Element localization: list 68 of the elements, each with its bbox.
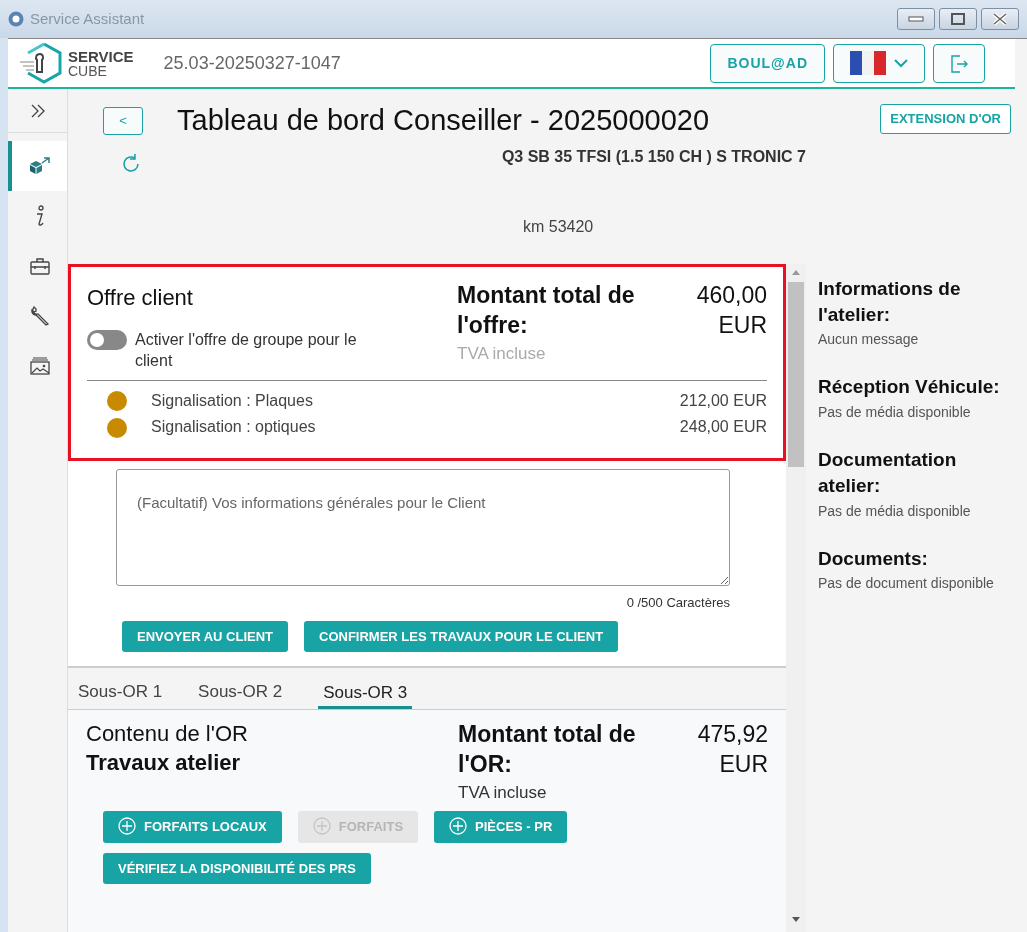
session-number: 25.03-20250327-1047 bbox=[163, 51, 341, 75]
vehicle-model: Q3 SB 35 TFSI (1.5 150 CH ) S TRONIC 7 bbox=[501, 146, 806, 167]
add-button[interactable]: FORFAITS LOCAUX bbox=[103, 811, 282, 843]
vat-note: TVA incluse bbox=[457, 342, 547, 365]
panel-text: Aucun message bbox=[818, 330, 920, 350]
page-title: Tableau de bord Conseiller - 2025000020 bbox=[177, 103, 710, 138]
panel-text: Pas de média disponible bbox=[818, 501, 972, 521]
panel-heading: Réception Véhicule: bbox=[818, 375, 1001, 400]
total-amount: 460,00 EUR bbox=[695, 281, 767, 340]
total-amount: 475,92 EUR bbox=[696, 720, 768, 780]
action-button[interactable]: ENVOYER AU CLIENT bbox=[122, 620, 289, 653]
minimize-icon bbox=[908, 16, 924, 22]
chevron-down-icon bbox=[894, 58, 908, 68]
add-button[interactable]: VÉRIFIEZ LA DISPONIBILITÉ DES PRS bbox=[103, 852, 371, 885]
action-button[interactable]: CONFIRMER LES TRAVAUX POUR LE CLIENT bbox=[304, 620, 619, 653]
user-button[interactable]: BOUL@AD bbox=[710, 43, 825, 83]
expand-icon[interactable] bbox=[29, 103, 46, 118]
toggle-switch[interactable] bbox=[87, 330, 127, 350]
maximize-icon bbox=[951, 13, 965, 25]
logo-icon bbox=[18, 42, 64, 84]
logout-icon bbox=[950, 54, 968, 73]
app-icon bbox=[8, 11, 24, 27]
offer-line-label: Signalisation : optiques bbox=[151, 417, 316, 438]
logo-text: SERVICE bbox=[68, 48, 134, 64]
language-dropdown[interactable] bbox=[833, 43, 925, 83]
extension-button[interactable]: EXTENSION D'OR bbox=[880, 104, 1011, 134]
logo-text: CUBE bbox=[68, 63, 108, 78]
image-gallery-icon bbox=[29, 357, 50, 375]
panel-heading: Documentation atelier: bbox=[818, 448, 958, 498]
section-subtitle: Travaux atelier bbox=[86, 748, 242, 777]
total-label: Montant total de l'OR: bbox=[458, 720, 637, 780]
maximize-button[interactable] bbox=[939, 8, 977, 30]
wrench-icon bbox=[29, 306, 50, 326]
character-counter: 0 /500 Caractères bbox=[625, 594, 730, 613]
offer-line-amount: 248,00 EUR bbox=[679, 417, 767, 438]
plus-circle-icon bbox=[449, 817, 468, 836]
sub-order-tab[interactable]: Sous-OR 1 bbox=[78, 668, 163, 710]
sidebar-item[interactable] bbox=[8, 141, 67, 191]
window-title: Service Assistant bbox=[30, 8, 145, 29]
toggle-label: Activer l'offre de groupe pour le client bbox=[135, 330, 358, 371]
plus-circle-icon bbox=[118, 817, 136, 836]
close-button[interactable] bbox=[981, 8, 1019, 30]
sub-order-tab[interactable]: Sous-OR 2 bbox=[198, 668, 283, 710]
panel-text: Pas de document disponible bbox=[818, 574, 995, 594]
briefcase-icon bbox=[29, 257, 50, 275]
refresh-icon[interactable] bbox=[120, 152, 142, 175]
mileage: km 53420 bbox=[523, 217, 594, 235]
total-label: Montant total de l'offre: bbox=[457, 281, 636, 340]
message-field[interactable]: (Facultatif) Vos informations générales pour le Client bbox=[116, 469, 730, 587]
panel-heading: Documents: bbox=[818, 546, 929, 571]
section-title: Offre client bbox=[87, 284, 194, 312]
scroll-up-icon[interactable] bbox=[791, 268, 801, 278]
offer-line-label: Signalisation : Plaques bbox=[151, 390, 313, 411]
plus-circle-icon bbox=[312, 817, 331, 836]
panel-text: Pas de média disponible bbox=[818, 403, 972, 423]
section-title: Contenu de l'OR bbox=[86, 720, 249, 749]
offer-line-amount: 212,00 EUR bbox=[679, 390, 767, 411]
scrollbar-thumb[interactable] bbox=[788, 282, 804, 467]
add-button[interactable]: PIÈCES - PR bbox=[434, 811, 568, 843]
france-flag-icon bbox=[850, 51, 886, 75]
logout-button[interactable] bbox=[933, 43, 985, 83]
scroll-down-icon[interactable] bbox=[791, 914, 801, 924]
back-button[interactable]: < bbox=[103, 106, 143, 135]
panel-heading: Informations de l'atelier: bbox=[818, 277, 962, 327]
close-icon bbox=[992, 12, 1008, 26]
vat-note: TVA incluse bbox=[458, 781, 548, 804]
cube-arrow-icon bbox=[28, 157, 51, 175]
minimize-button[interactable] bbox=[897, 8, 935, 30]
